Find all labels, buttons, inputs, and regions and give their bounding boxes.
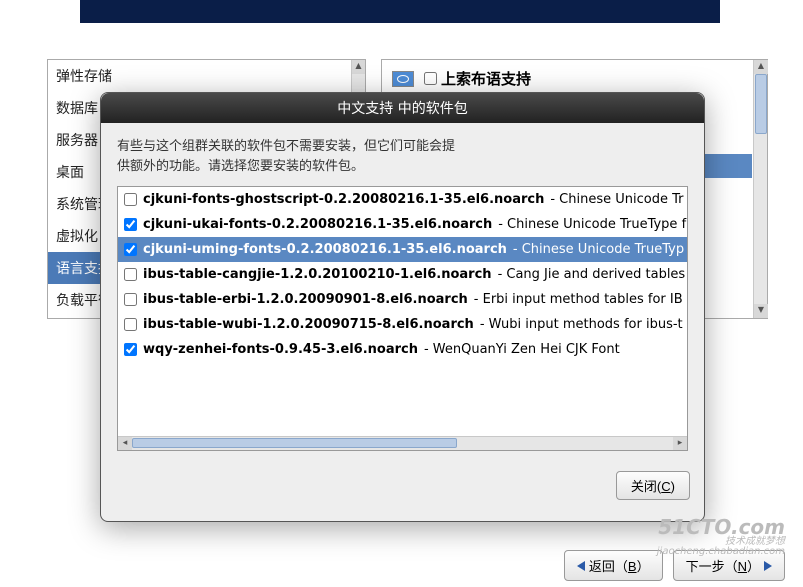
package-row[interactable]: ibus-table-wubi-1.2.0.20090715-8.el6.noa… bbox=[118, 312, 687, 337]
package-desc: - Chinese Unicode TrueType f bbox=[498, 217, 686, 232]
package-desc: - Chinese Unicode TrueTyp bbox=[513, 242, 684, 257]
scroll-right-icon[interactable]: ▸ bbox=[673, 437, 687, 450]
package-desc: - Erbi input method tables for IB bbox=[474, 292, 683, 307]
header-banner bbox=[80, 0, 720, 23]
package-dialog: 中文支持 中的软件包 有些与这个组群关联的软件包不需要安装，但它们可能会提 供额… bbox=[100, 92, 705, 522]
package-name: ibus-table-erbi-1.2.0.20090901-8.el6.noa… bbox=[143, 292, 468, 307]
package-row[interactable]: ibus-table-cangjie-1.2.0.20100210-1.el6.… bbox=[118, 262, 687, 287]
group-label: 上索布语支持 bbox=[441, 68, 531, 89]
package-desc: - Cang Jie and derived tables bbox=[498, 267, 686, 282]
arrow-left-icon bbox=[577, 561, 585, 571]
arrow-right-icon bbox=[764, 561, 772, 571]
scroll-left-icon[interactable]: ◂ bbox=[118, 437, 132, 450]
group-scrollbar[interactable]: ▲ ▼ bbox=[753, 60, 767, 318]
package-row[interactable]: ibus-table-erbi-1.2.0.20090901-8.el6.noa… bbox=[118, 287, 687, 312]
scrollbar-thumb[interactable] bbox=[132, 438, 457, 448]
dialog-description: 有些与这个组群关联的软件包不需要安装，但它们可能会提 供额外的功能。请选择您要安… bbox=[117, 137, 688, 176]
next-button[interactable]: 下一步（N） bbox=[673, 550, 785, 581]
next-label: 下一步（N） bbox=[686, 556, 760, 575]
package-desc: - Wubi input methods for ibus-t bbox=[480, 317, 683, 332]
dialog-title: 中文支持 中的软件包 bbox=[101, 93, 704, 123]
package-desc: - WenQuanYi Zen Hei CJK Font bbox=[424, 342, 620, 357]
category-item[interactable]: 弹性存储 bbox=[48, 60, 365, 92]
scroll-down-icon[interactable]: ▼ bbox=[754, 304, 768, 318]
package-name: cjkuni-uming-fonts-0.2.20080216.1-35.el6… bbox=[143, 242, 507, 257]
package-checkbox[interactable] bbox=[124, 318, 137, 331]
back-button[interactable]: 返回（B） bbox=[564, 550, 663, 581]
package-desc: - Chinese Unicode Tr bbox=[550, 192, 683, 207]
package-checkbox[interactable] bbox=[124, 343, 137, 356]
package-checkbox[interactable] bbox=[124, 243, 137, 256]
package-checkbox[interactable] bbox=[124, 268, 137, 281]
package-row[interactable]: cjkuni-ukai-fonts-0.2.20080216.1-35.el6.… bbox=[118, 212, 687, 237]
package-name: wqy-zenhei-fonts-0.9.45-3.el6.noarch bbox=[143, 342, 418, 357]
package-name: cjkuni-fonts-ghostscript-0.2.20080216.1-… bbox=[143, 192, 544, 207]
scroll-up-icon[interactable]: ▲ bbox=[352, 60, 365, 74]
close-button[interactable]: 关闭(C) bbox=[616, 471, 690, 500]
horizontal-scrollbar[interactable]: ◂ ▸ bbox=[118, 436, 687, 450]
package-list: cjkuni-fonts-ghostscript-0.2.20080216.1-… bbox=[117, 186, 688, 451]
package-checkbox[interactable] bbox=[124, 218, 137, 231]
package-checkbox[interactable] bbox=[124, 293, 137, 306]
flag-icon bbox=[392, 71, 414, 87]
package-name: ibus-table-wubi-1.2.0.20090715-8.el6.noa… bbox=[143, 317, 474, 332]
scrollbar-thumb[interactable] bbox=[755, 74, 767, 134]
package-row[interactable]: cjkuni-fonts-ghostscript-0.2.20080216.1-… bbox=[118, 187, 687, 212]
package-name: cjkuni-ukai-fonts-0.2.20080216.1-35.el6.… bbox=[143, 217, 492, 232]
group-checkbox[interactable] bbox=[424, 72, 437, 85]
package-checkbox[interactable] bbox=[124, 193, 137, 206]
scrollbar-track[interactable] bbox=[132, 437, 673, 450]
package-name: ibus-table-cangjie-1.2.0.20100210-1.el6.… bbox=[143, 267, 492, 282]
package-row[interactable]: cjkuni-uming-fonts-0.2.20080216.1-35.el6… bbox=[118, 237, 687, 262]
wizard-nav: 返回（B） 下一步（N） bbox=[0, 550, 803, 581]
package-row[interactable]: wqy-zenhei-fonts-0.9.45-3.el6.noarch - W… bbox=[118, 337, 687, 362]
scroll-up-icon[interactable]: ▲ bbox=[754, 60, 768, 74]
back-label: 返回（B） bbox=[589, 556, 650, 575]
